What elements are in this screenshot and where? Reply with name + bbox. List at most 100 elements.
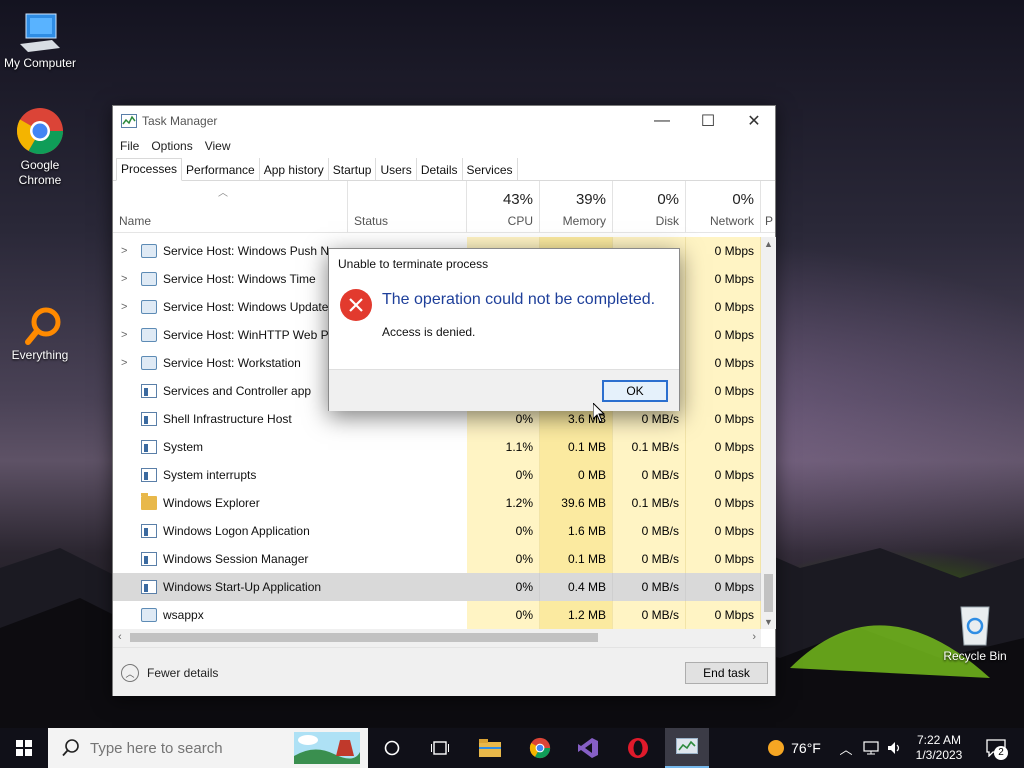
app-window-icon	[141, 412, 157, 426]
computer-icon	[20, 13, 60, 52]
folder-icon	[479, 739, 501, 757]
tab-strip: Processes Performance App history Startu…	[113, 158, 775, 181]
tab-performance[interactable]: Performance	[182, 158, 260, 180]
app-window-icon	[141, 468, 157, 482]
chrome-icon	[529, 737, 551, 759]
desktop-icon-my-computer[interactable]: My Computer	[0, 12, 80, 71]
menu-file[interactable]: File	[116, 136, 147, 158]
cpu-cell: 0%	[467, 517, 540, 545]
tab-app-history[interactable]: App history	[260, 158, 329, 180]
process-name: Service Host: Workstation	[163, 356, 301, 370]
app-window-icon	[141, 384, 157, 398]
mouse-cursor-icon	[593, 403, 605, 423]
column-header-row: ︿ Name Status 43% CPU 39% Memory 0% Disk…	[113, 181, 775, 233]
sun-icon	[768, 740, 785, 756]
taskbar-file-explorer[interactable]	[470, 728, 510, 768]
chevron-right-icon[interactable]: >	[121, 321, 131, 349]
chevron-right-icon[interactable]: >	[121, 237, 131, 265]
desktop-icon-label: Google Chrome	[18, 158, 62, 187]
desktop-icon-everything[interactable]: Everything	[0, 306, 80, 363]
taskbar-task-manager[interactable]	[665, 728, 709, 768]
horizontal-scrollbar[interactable]: ‹ ›	[113, 629, 761, 647]
chevron-right-icon[interactable]: >	[121, 349, 131, 377]
chevron-right-icon[interactable]: >	[121, 293, 131, 321]
tab-users[interactable]: Users	[376, 158, 417, 180]
tab-services[interactable]: Services	[463, 158, 518, 180]
show-hidden-icons-button[interactable]: ︿	[836, 728, 856, 768]
process-name: Shell Infrastructure Host	[163, 412, 292, 426]
clock[interactable]: 7:22 AM 1/3/2023	[908, 728, 970, 768]
volume-tray-button[interactable]	[884, 728, 906, 768]
process-name: System	[163, 440, 204, 454]
menu-view[interactable]: View	[201, 136, 239, 158]
footer-bar: ︿ Fewer details End task	[113, 647, 775, 696]
process-name: System interrupts	[163, 468, 257, 482]
taskbar-visual-studio[interactable]	[568, 728, 608, 768]
vertical-scrollbar[interactable]: ▲ ▼	[761, 237, 776, 629]
app-window-icon	[141, 580, 157, 594]
column-memory[interactable]: 39% Memory	[540, 181, 613, 233]
service-gear-icon	[141, 328, 157, 342]
network-tray-button[interactable]	[860, 728, 882, 768]
scroll-thumb[interactable]	[764, 574, 773, 612]
scroll-left-icon[interactable]: ‹	[118, 631, 122, 643]
table-row[interactable]: Windows Session Manager 0% 0.1 MB 0 MB/s 0 M…	[113, 545, 761, 573]
minimize-icon: —	[654, 112, 670, 129]
taskbar-chrome[interactable]	[520, 728, 560, 768]
menu-bar: File Options View	[113, 136, 775, 158]
taskbar-opera[interactable]	[618, 728, 658, 768]
table-row[interactable]: Windows Logon Application 0% 1.6 MB 0 MB/s 0…	[113, 517, 761, 545]
memory-cell: 0 MB	[540, 461, 613, 489]
minimize-button[interactable]: —	[639, 106, 685, 136]
tab-details[interactable]: Details	[417, 158, 463, 180]
table-row[interactable]: Windows Explorer 1.2% 39.6 MB 0.1 MB/s 0 Mbp…	[113, 489, 761, 517]
search-box[interactable]	[48, 728, 368, 768]
chevron-right-icon[interactable]: >	[121, 265, 131, 293]
start-button[interactable]	[0, 728, 48, 768]
column-disk[interactable]: 0% Disk	[613, 181, 686, 233]
dialog-detail: Access is denied.	[382, 325, 476, 339]
weather-widget[interactable]: 76°F	[760, 728, 828, 768]
table-row[interactable]: wsappx 0% 1.2 MB 0 MB/s 0 Mbps	[113, 601, 761, 629]
table-row[interactable]: Windows Start-Up Application 0% 0.4 MB 0 MB…	[113, 573, 761, 601]
column-network[interactable]: 0% Network	[686, 181, 761, 233]
search-icon	[62, 739, 79, 757]
column-name[interactable]: ︿ Name	[113, 181, 348, 233]
desktop-icon-google-chrome[interactable]: Google Chrome	[0, 106, 80, 188]
desktop-icon-label: Everything	[11, 348, 69, 362]
end-task-button[interactable]: End task	[685, 662, 768, 684]
cpu-cell: 1.1%	[467, 433, 540, 461]
column-power[interactable]: P	[761, 181, 775, 233]
search-input[interactable]	[90, 739, 290, 757]
table-row[interactable]: System 1.1% 0.1 MB 0.1 MB/s 0 Mbps	[113, 433, 761, 461]
task-view-icon	[431, 741, 449, 755]
scroll-right-icon[interactable]: ›	[752, 631, 756, 643]
scroll-up-icon[interactable]: ▲	[764, 239, 773, 249]
task-view-button[interactable]	[420, 728, 460, 768]
process-name: Windows Start-Up Application	[163, 580, 322, 594]
table-row[interactable]: System interrupts 0% 0 MB 0 MB/s 0 Mbps	[113, 461, 761, 489]
ok-button[interactable]: OK	[602, 380, 668, 402]
desktop-icon-recycle-bin[interactable]: Recycle Bin	[935, 603, 1015, 664]
notification-center-button[interactable]: 2	[978, 728, 1014, 768]
cpu-cell: 0%	[467, 573, 540, 601]
taskbar: 76°F ︿ 7:22 AM 1/3/2023 2	[0, 728, 1024, 768]
process-name: Services and Controller app	[163, 384, 312, 398]
chevron-up-icon: ︿	[121, 664, 139, 682]
tab-startup[interactable]: Startup	[329, 158, 377, 180]
desktop-icon-label: My Computer	[3, 56, 77, 70]
disk-cell: 0.1 MB/s	[613, 489, 686, 517]
column-cpu[interactable]: 43% CPU	[467, 181, 540, 233]
title-bar[interactable]: Task Manager — ☐ ✕	[113, 106, 775, 136]
network-cell: 0 Mbps	[686, 601, 761, 629]
menu-options[interactable]: Options	[147, 136, 200, 158]
scroll-down-icon[interactable]: ▼	[764, 617, 773, 627]
column-status[interactable]: Status	[348, 181, 467, 233]
task-manager-icon	[121, 114, 137, 128]
close-button[interactable]: ✕	[731, 106, 777, 136]
tab-processes[interactable]: Processes	[116, 158, 183, 181]
fewer-details-button[interactable]: ︿ Fewer details	[121, 664, 218, 682]
maximize-button[interactable]: ☐	[685, 106, 731, 136]
cortana-button[interactable]	[372, 728, 412, 768]
scroll-thumb[interactable]	[130, 633, 598, 642]
